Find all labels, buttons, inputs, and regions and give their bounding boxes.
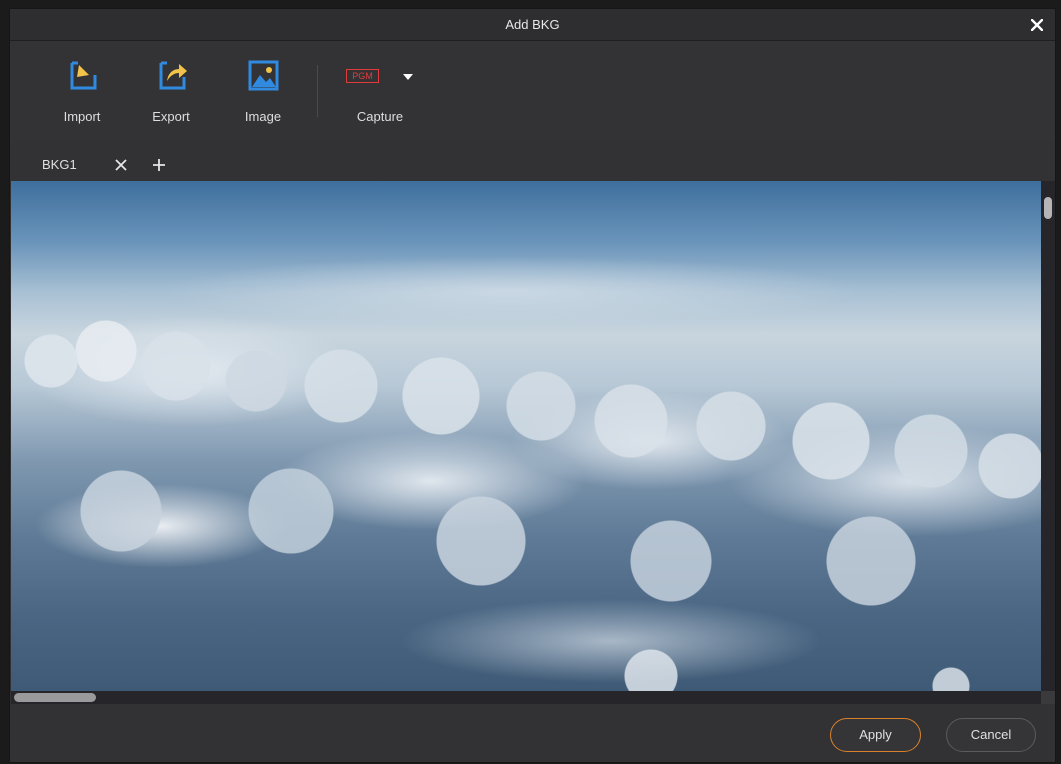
- pgm-capture-icon: PGM: [346, 69, 379, 83]
- export-icon: [159, 61, 187, 90]
- close-icon: [1031, 19, 1043, 31]
- export-label: Export: [152, 109, 190, 124]
- vertical-scroll-thumb[interactable]: [1044, 197, 1052, 219]
- image-button[interactable]: Image: [227, 55, 299, 135]
- image-icon: [248, 60, 279, 91]
- import-icon: [70, 61, 97, 90]
- tab-label: BKG1: [42, 157, 77, 172]
- pgm-badge-text: PGM: [352, 71, 373, 81]
- import-button[interactable]: Import: [46, 55, 118, 135]
- clouds-layer: [11, 181, 1041, 691]
- dialog-title: Add BKG: [505, 17, 560, 32]
- export-button[interactable]: Export: [135, 55, 207, 135]
- horizontal-scroll-thumb[interactable]: [14, 693, 96, 702]
- close-button[interactable]: [1025, 13, 1049, 37]
- apply-button[interactable]: Apply: [830, 718, 921, 752]
- title-bar: Add BKG: [10, 9, 1055, 41]
- horizontal-scrollbar[interactable]: [11, 691, 1041, 704]
- scrollbar-corner: [1041, 691, 1055, 704]
- toolbar-separator: [317, 65, 318, 117]
- capture-button[interactable]: PGM Capture: [344, 55, 424, 135]
- tabs-bar: BKG1: [10, 149, 1055, 181]
- import-label: Import: [63, 109, 101, 124]
- tab-close-icon[interactable]: [114, 158, 128, 172]
- add-tab-plus-icon[interactable]: [151, 157, 167, 173]
- cancel-button[interactable]: Cancel: [946, 718, 1036, 752]
- capture-dropdown-chevron-icon[interactable]: [402, 73, 414, 81]
- add-bkg-dialog: Add BKG Import Export Image PGM Capture …: [9, 8, 1056, 763]
- vertical-scrollbar[interactable]: [1041, 181, 1055, 691]
- image-label: Image: [244, 109, 282, 124]
- capture-label: Capture: [356, 109, 404, 124]
- background-preview-image: [11, 181, 1041, 691]
- tab-bkg1[interactable]: BKG1: [10, 149, 150, 181]
- toolbar: Import Export Image PGM Capture: [10, 41, 1055, 142]
